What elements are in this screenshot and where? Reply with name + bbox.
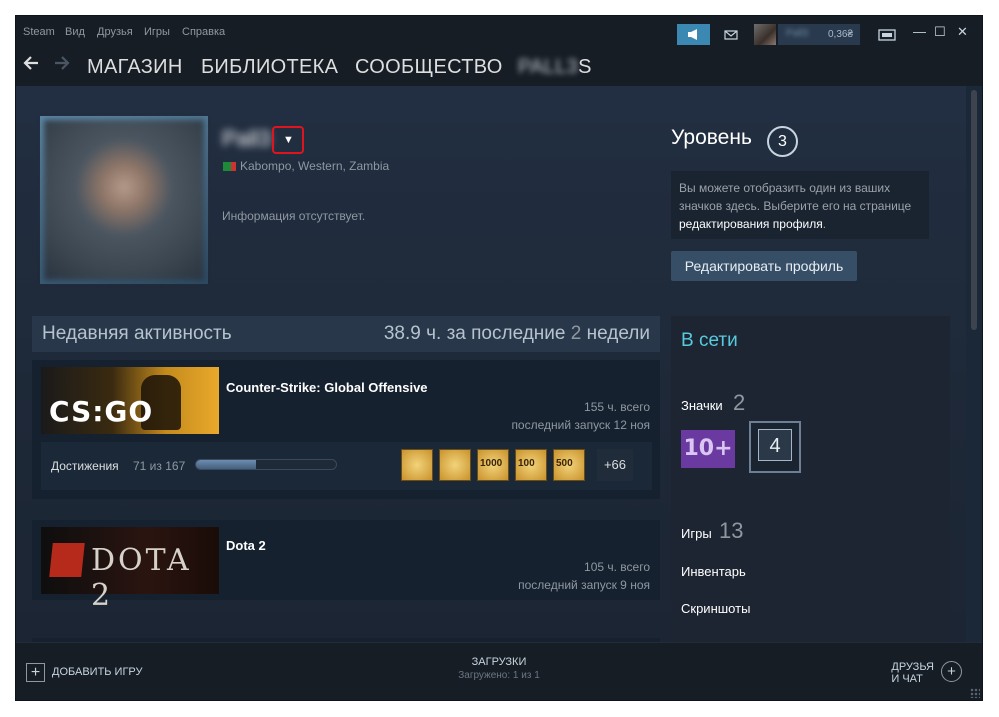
downloads-progress-text: Загружено: 1 из 1 [458,670,540,681]
wallet-balance: 0,36₴ [828,29,854,40]
inventory-link[interactable]: Инвентарь [681,564,746,579]
games-link[interactable]: Игры [681,526,712,541]
hours-weeks-num: 2 [570,323,582,344]
recent-activity-header: Недавняя активность 38.9 ч. за последние… [32,316,660,352]
hours-prefix: 38.9 ч. за последние [383,323,571,344]
nav-library[interactable]: БИБЛИОТЕКА [201,56,338,79]
notifications-button[interactable] [720,24,742,45]
edit-profile-button[interactable]: Редактировать профиль [671,251,857,281]
game-total-hours: 155 ч. всего [584,400,650,414]
hours-suffix: недели [581,323,650,344]
account-menu[interactable]: Pall3 0,36₴ [778,24,860,45]
game-card-dota2: DOTA 2 Dota 2 105 ч. всего последний зап… [32,520,660,613]
envelope-icon [724,30,738,40]
minimize-icon[interactable]: — [913,24,926,39]
dota-logo: DOTA 2 [91,543,192,613]
achievement-icon[interactable] [439,449,471,481]
account-name: Pall3 [786,28,809,39]
badge-level-num: 4 [758,429,792,461]
scrollbar-thumb[interactable] [971,90,977,330]
game-name[interactable]: Counter-Strike: Global Offensive [226,380,428,395]
profile-content: Pall3 ▼ Kabompo, Western, Zambia Информа… [16,86,966,642]
game-last-played: последний запуск 9 ноя [518,578,650,592]
achievements-label: Достижения [51,459,119,473]
game-total-hours: 105 ч. всего [584,560,650,574]
badges-link[interactable]: Значки [681,398,723,413]
screenshots-link[interactable]: Скриншоты [681,601,750,616]
achievements-bar: Достижения 71 из 167 1000 100 500 +66 [41,442,652,490]
friends-chat-label: ДРУЗЬЯ И ЧАТ [891,661,934,685]
game-thumb-csgo[interactable]: CS:GO [41,367,219,434]
badge-info-box: Вы можете отобразить один из ваших значк… [671,171,929,239]
game-name[interactable]: Dota 2 [226,538,266,553]
arrow-right-icon[interactable] [53,53,71,79]
achievements-more[interactable]: +66 [597,449,633,481]
name-history-dropdown[interactable]: ▼ [272,126,304,154]
profile-avatar [40,116,208,284]
achievement-icon[interactable]: 1000 [477,449,509,481]
nav-community[interactable]: СООБЩЕСТВО [355,56,503,79]
achievement-icon[interactable] [401,449,433,481]
level-label: Уровень [671,126,752,149]
country-flag-icon [223,162,236,171]
close-icon[interactable]: ✕ [957,24,968,40]
menu-games[interactable]: Игры [144,26,170,38]
megaphone-icon [688,29,697,40]
maximize-icon[interactable]: ☐ [934,24,946,40]
downloads-status[interactable]: ЗАГРУЗКИ Загружено: 1 из 1 [16,656,982,681]
games-count: 13 [719,518,744,543]
game-card-csgo: CS:GO Counter-Strike: Global Offensive 1… [32,360,660,499]
profile-sidebar: В сети Значки 2 10+ 4 Игры 13 Инвентарь … [671,316,950,642]
bottom-bar: + ДОБАВИТЬ ИГРУ ЗАГРУЗКИ Загружено: 1 из… [16,642,982,700]
resize-grip-icon[interactable] [970,688,980,698]
badges-count: 2 [733,390,746,415]
game-thumb-dota2[interactable]: DOTA 2 [41,527,219,613]
avatar-image [44,120,204,280]
nav-profile[interactable]: PALL3S [518,56,592,79]
achievements-count: 71 из 167 [133,459,186,473]
arrow-left-icon[interactable] [22,53,40,79]
nav-store[interactable]: МАГАЗИН [87,56,183,79]
achievement-icon[interactable]: 500 [553,449,585,481]
profile-summary: Информация отсутствует. [222,209,366,223]
menu-help[interactable]: Справка [182,26,225,38]
achievement-icon[interactable]: 100 [515,449,547,481]
nav-profile-blurred: PALL3 [518,56,579,78]
screen-icon [878,29,896,41]
level-badge: 3 [767,126,798,157]
dota-logo-icon [49,543,85,577]
scrollbar[interactable] [966,86,982,642]
csgo-logo: CS:GO [49,395,154,428]
profile-name: Pall3 [222,126,271,151]
recent-activity-hours: 38.9 ч. за последние 2 недели [384,323,650,345]
nav-profile-tail: S [578,56,592,78]
title-bar: Steam Вид Друзья Игры Справка Pall3 0,36… [16,16,982,48]
badge-info-text: Вы можете отобразить один из ваших значк… [679,181,912,213]
add-friend-icon: + [941,661,962,682]
menu-view[interactable]: Вид [65,26,85,38]
broadcast-button[interactable] [677,24,710,45]
big-picture-button[interactable] [876,25,898,45]
achievements-progress [195,459,337,470]
edit-profile-link[interactable]: редактирования профиля [679,217,823,231]
game-last-played: последний запуск 12 ноя [511,418,650,432]
main-nav: МАГАЗИН БИБЛИОТЕКА СООБЩЕСТВО PALL3S [16,48,982,86]
recent-activity-title: Недавняя активность [42,323,232,344]
steam-window: Steam Вид Друзья Игры Справка Pall3 0,36… [16,16,982,700]
downloads-title: ЗАГРУЗКИ [471,656,527,668]
menu-steam[interactable]: Steam [23,26,55,38]
menu-friends[interactable]: Друзья [97,26,133,38]
profile-location: Kabompo, Western, Zambia [240,159,390,173]
user-avatar-small[interactable] [754,24,776,45]
online-status: В сети [681,330,738,351]
badge-years-service[interactable]: 10+ [681,430,735,468]
chevron-down-icon: ▼ [283,134,294,146]
badge-info-end: . [822,217,827,231]
achievements-progress-fill [196,460,256,469]
badge-level-4[interactable]: 4 [749,421,801,473]
